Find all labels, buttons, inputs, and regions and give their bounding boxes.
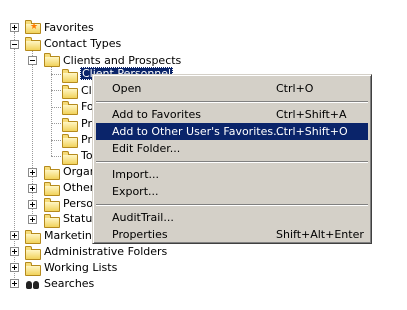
- tree-line: [51, 74, 61, 75]
- menu-item-label: Import...: [112, 168, 159, 181]
- folder-icon: [44, 182, 60, 196]
- folder-icon: [62, 85, 78, 99]
- tree-item-contact-types[interactable]: Contact Types: [44, 37, 121, 50]
- menu-separator: [96, 161, 368, 163]
- menu-item-label: Export...: [112, 185, 159, 198]
- binoculars-icon: [25, 278, 41, 291]
- menu-item-shortcut: Ctrl+O: [276, 82, 314, 95]
- menu-item-label: AuditTrail...: [112, 211, 174, 224]
- expand-icon[interactable]: [10, 263, 19, 272]
- menu-item-shortcut: Ctrl+Shift+O: [276, 125, 348, 138]
- tree-line: [51, 66, 52, 156]
- tree-item-administrative-folders[interactable]: Administrative Folders: [44, 245, 167, 258]
- menu-item-add-to-favorites[interactable]: Add to Favorites Ctrl+Shift+A: [96, 106, 368, 123]
- expand-icon[interactable]: [28, 215, 37, 224]
- tree-line: [32, 50, 33, 220]
- menu-separator: [96, 101, 368, 103]
- expand-icon[interactable]: [10, 231, 19, 240]
- tree-item-marketing[interactable]: Marketing: [44, 229, 99, 242]
- menu-item-add-to-other-users-favorites[interactable]: Add to Other User's Favorites... Ctrl+Sh…: [96, 123, 368, 140]
- tree-item-clients-and-prospects[interactable]: Clients and Prospects: [63, 54, 181, 67]
- tree-item-favorites[interactable]: Favorites: [44, 21, 94, 34]
- expand-icon[interactable]: [28, 168, 37, 177]
- tree-line: [51, 156, 61, 157]
- tree-item[interactable]: Pr: [81, 133, 92, 146]
- tree-item-working-lists[interactable]: Working Lists: [44, 261, 117, 274]
- tree-line: [51, 107, 61, 108]
- folder-icon: [25, 230, 41, 244]
- menu-item-label: Add to Other User's Favorites...: [112, 125, 284, 138]
- menu-separator: [96, 204, 368, 206]
- tree-line: [51, 123, 61, 124]
- tree-item[interactable]: Cl: [81, 84, 92, 97]
- collapse-icon[interactable]: [10, 40, 19, 49]
- menu-item-label: Edit Folder...: [112, 142, 181, 155]
- folder-icon: [44, 198, 60, 212]
- tree-line: [51, 140, 61, 141]
- folder-icon: [25, 246, 41, 260]
- tree-item-organizations[interactable]: Orgar: [63, 165, 94, 178]
- expand-icon[interactable]: [10, 279, 19, 288]
- menu-item-label: Add to Favorites: [112, 108, 202, 121]
- context-menu: Open Ctrl+O Add to Favorites Ctrl+Shift+…: [92, 74, 372, 244]
- menu-item-label: Open: [112, 82, 142, 95]
- collapse-icon[interactable]: [28, 56, 37, 65]
- menu-item-import[interactable]: Import...: [96, 166, 368, 183]
- expand-icon[interactable]: [28, 184, 37, 193]
- folder-icon: [44, 166, 60, 180]
- tree-item[interactable]: To: [81, 149, 93, 162]
- folder-icon: [44, 53, 60, 67]
- menu-item-edit-folder[interactable]: Edit Folder...: [96, 140, 368, 157]
- folder-icon: [25, 262, 41, 276]
- folder-icon: [62, 134, 78, 148]
- expand-icon[interactable]: [10, 23, 19, 32]
- menu-item-export[interactable]: Export...: [96, 183, 368, 200]
- menu-item-shortcut: Shift+Alt+Enter: [276, 228, 364, 241]
- tree-item[interactable]: Pr: [81, 117, 92, 130]
- tree-line: [51, 90, 61, 91]
- tree-item-searches[interactable]: Searches: [44, 277, 94, 290]
- folder-icon: [25, 37, 41, 51]
- folder-icon: [62, 151, 78, 165]
- expand-icon[interactable]: [28, 200, 37, 209]
- folder-icon: [62, 101, 78, 115]
- menu-item-shortcut: Ctrl+Shift+A: [276, 108, 347, 121]
- folder-icon: [62, 69, 78, 83]
- folder-icon: [62, 118, 78, 132]
- tree-item-other[interactable]: Other: [63, 181, 94, 194]
- favorites-folder-icon: [25, 20, 41, 34]
- menu-item-audit-trail[interactable]: AuditTrail...: [96, 209, 368, 226]
- menu-item-label: Properties: [112, 228, 168, 241]
- folder-icon: [44, 214, 60, 228]
- menu-item-open[interactable]: Open Ctrl+O: [96, 80, 368, 97]
- expand-icon[interactable]: [10, 247, 19, 256]
- menu-item-properties[interactable]: Properties Shift+Alt+Enter: [96, 226, 368, 243]
